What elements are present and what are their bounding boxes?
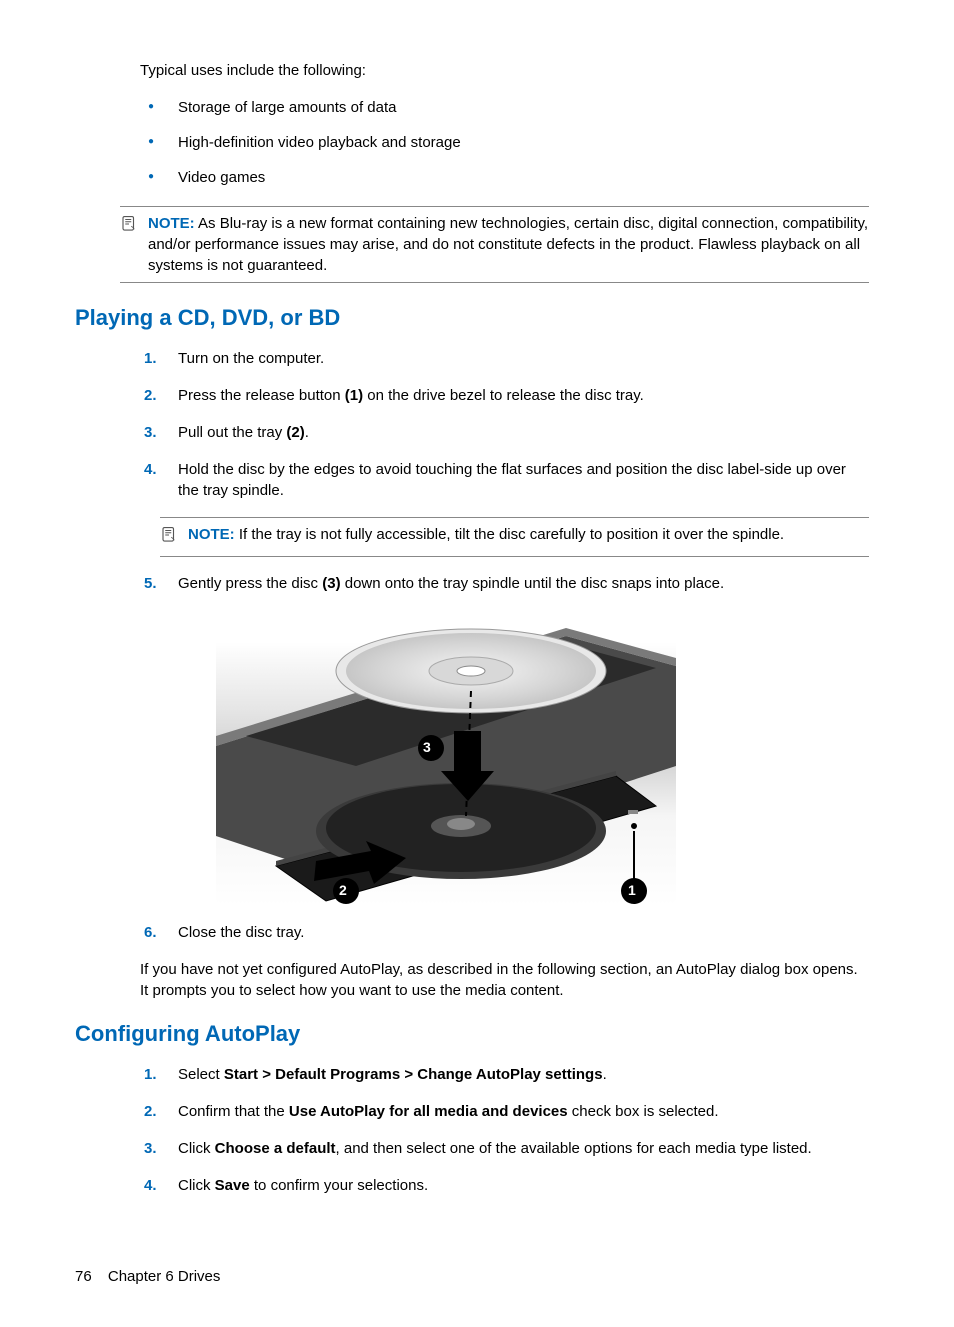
step-text: , and then select one of the available o… (336, 1140, 812, 1157)
intro-text: Typical uses include the following: (140, 60, 869, 81)
page-footer: 76 Chapter 6 Drives (75, 1266, 879, 1287)
step-text: Pull out the tray (178, 424, 286, 441)
note-body: If the tray is not fully accessible, til… (239, 526, 784, 543)
step-text: Press the release button (178, 387, 345, 404)
step-item: Pull out the tray (2). (140, 422, 869, 443)
step-item: Confirm that the Use AutoPlay for all me… (140, 1101, 869, 1122)
note-box: NOTE: As Blu-ray is a new format contain… (120, 206, 869, 283)
step-text: Turn on the computer. (178, 350, 324, 367)
note-text: NOTE: As Blu-ray is a new format contain… (148, 213, 869, 276)
step-bold: Use AutoPlay for all media and devices (289, 1103, 568, 1120)
note-label: NOTE: (188, 526, 235, 543)
step-text: Hold the disc by the edges to avoid touc… (178, 461, 846, 499)
step-text: Click (178, 1140, 215, 1157)
page-number: 76 (75, 1266, 92, 1287)
playing-steps-cont: Gently press the disc (3) down onto the … (140, 573, 869, 943)
after-steps-text: If you have not yet configured AutoPlay,… (140, 959, 869, 1001)
step-text: Click (178, 1177, 215, 1194)
step-item: Close the disc tray. (140, 922, 869, 943)
step-text: on the drive bezel to release the disc t… (363, 387, 644, 404)
step-bold: (3) (322, 575, 340, 592)
list-item: Video games (140, 167, 869, 188)
note-icon (120, 215, 144, 276)
note-text: NOTE: If the tray is not fully accessibl… (188, 524, 869, 550)
callout-3: 3 (423, 738, 431, 758)
step-text: down onto the tray spindle until the dis… (341, 575, 725, 592)
section-heading-autoplay: Configuring AutoPlay (75, 1019, 879, 1050)
step-text: Close the disc tray. (178, 924, 304, 941)
uses-list: Storage of large amounts of data High-de… (140, 97, 869, 188)
list-item: High-definition video playback and stora… (140, 132, 869, 153)
step-item: Hold the disc by the edges to avoid touc… (140, 459, 869, 501)
playing-steps: Turn on the computer. Press the release … (140, 348, 869, 501)
note-label: NOTE: (148, 215, 195, 232)
note-box-inner: NOTE: If the tray is not fully accessibl… (160, 517, 869, 557)
step-item: Gently press the disc (3) down onto the … (140, 573, 869, 906)
note-body: As Blu-ray is a new format containing ne… (148, 215, 868, 274)
disc-tray-illustration: 3 2 1 (216, 606, 676, 906)
list-item: Storage of large amounts of data (140, 97, 869, 118)
step-text: . (305, 424, 309, 441)
step-text: check box is selected. (568, 1103, 719, 1120)
step-text: . (603, 1066, 607, 1083)
autoplay-steps: Select Start > Default Programs > Change… (140, 1064, 869, 1196)
step-text: to confirm your selections. (250, 1177, 428, 1194)
step-item: Click Choose a default, and then select … (140, 1138, 869, 1159)
step-item: Select Start > Default Programs > Change… (140, 1064, 869, 1085)
step-text: Select (178, 1066, 224, 1083)
chapter-label: Chapter 6 Drives (108, 1266, 221, 1287)
step-bold: (1) (345, 387, 363, 404)
step-bold: Choose a default (215, 1140, 336, 1157)
step-bold: Save (215, 1177, 250, 1194)
callout-2: 2 (339, 881, 347, 901)
step-item: Press the release button (1) on the driv… (140, 385, 869, 406)
note-icon (160, 526, 184, 550)
step-bold: (2) (286, 424, 304, 441)
step-bold: Start > Default Programs > Change AutoPl… (224, 1066, 603, 1083)
step-text: Gently press the disc (178, 575, 322, 592)
step-text: Confirm that the (178, 1103, 289, 1120)
section-heading-playing: Playing a CD, DVD, or BD (75, 303, 879, 334)
step-item: Turn on the computer. (140, 348, 869, 369)
callout-1: 1 (628, 881, 636, 901)
step-item: Click Save to confirm your selections. (140, 1175, 869, 1196)
